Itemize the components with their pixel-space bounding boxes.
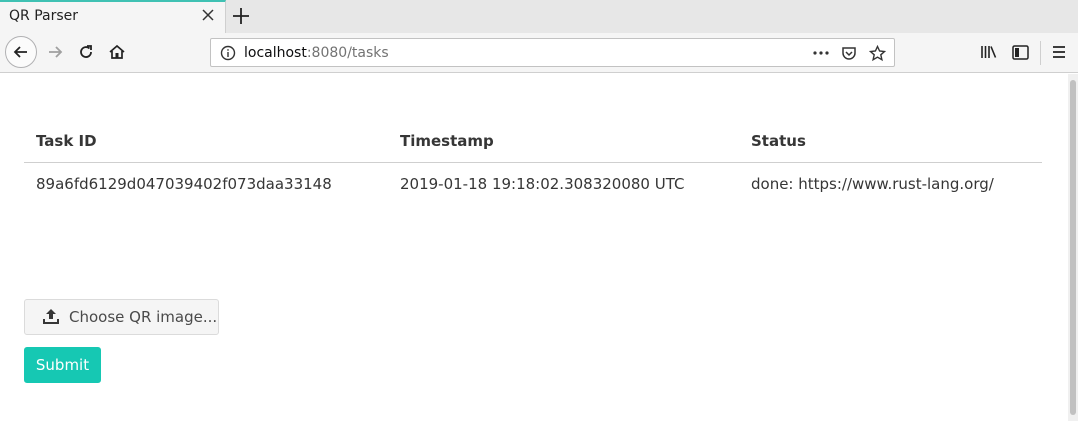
library-icon	[981, 46, 997, 58]
sidebar-icon	[1011, 44, 1029, 60]
table-header-row: Task ID Timestamp Status	[24, 120, 1042, 163]
tab-title: QR Parser	[9, 8, 79, 24]
back-button[interactable]	[5, 36, 37, 68]
more-icon[interactable]	[810, 43, 832, 63]
upload-icon	[43, 309, 59, 324]
forward-icon	[49, 46, 63, 58]
pocket-icon[interactable]	[838, 43, 860, 63]
header-status: Status	[739, 120, 1042, 163]
reload-button[interactable]	[71, 37, 101, 67]
tab-strip: QR Parser	[0, 0, 1078, 33]
reload-icon	[80, 45, 92, 58]
sidebar-button[interactable]	[1005, 37, 1035, 67]
cell-task-id: 89a6fd6129d047039402f073daa33148	[36, 175, 332, 194]
cell-status: done: https://www.rust-lang.org/	[751, 175, 994, 194]
tab-qr-parser[interactable]: QR Parser	[0, 0, 226, 33]
close-icon[interactable]	[201, 8, 215, 22]
submit-button[interactable]: Submit	[24, 347, 101, 383]
url-text[interactable]: localhost:8080/tasks	[244, 45, 389, 61]
choose-file-button[interactable]: Choose QR image...	[24, 299, 219, 335]
back-icon	[13, 46, 27, 58]
new-tab-icon[interactable]	[230, 5, 252, 27]
choose-file-label: Choose QR image...	[69, 308, 218, 326]
info-icon[interactable]	[220, 45, 236, 61]
bookmark-star-icon[interactable]	[866, 43, 888, 63]
toolbar-divider	[1040, 41, 1041, 65]
home-icon	[109, 44, 125, 59]
scrollbar-thumb[interactable]	[1070, 80, 1076, 415]
address-bar[interactable]: localhost:8080/tasks	[210, 38, 895, 67]
navigation-bar: localhost:8080/tasks	[0, 33, 1078, 73]
table-row: 89a6fd6129d047039402f073daa33148 2019-01…	[24, 162, 1042, 206]
url-actions	[810, 43, 888, 63]
url-path: :8080/tasks	[306, 45, 389, 61]
url-host: localhost	[244, 45, 307, 61]
menu-button[interactable]	[1044, 37, 1074, 67]
header-timestamp: Timestamp	[388, 120, 739, 163]
forward-button[interactable]	[40, 37, 70, 67]
menu-icon	[1053, 46, 1065, 58]
home-button[interactable]	[102, 37, 132, 67]
header-task-id: Task ID	[24, 120, 388, 163]
library-button[interactable]	[974, 37, 1004, 67]
tasks-table: Task ID Timestamp Status 89a6fd6129d0470…	[24, 120, 1042, 206]
cell-timestamp: 2019-01-18 19:18:02.308320080 UTC	[400, 175, 685, 194]
